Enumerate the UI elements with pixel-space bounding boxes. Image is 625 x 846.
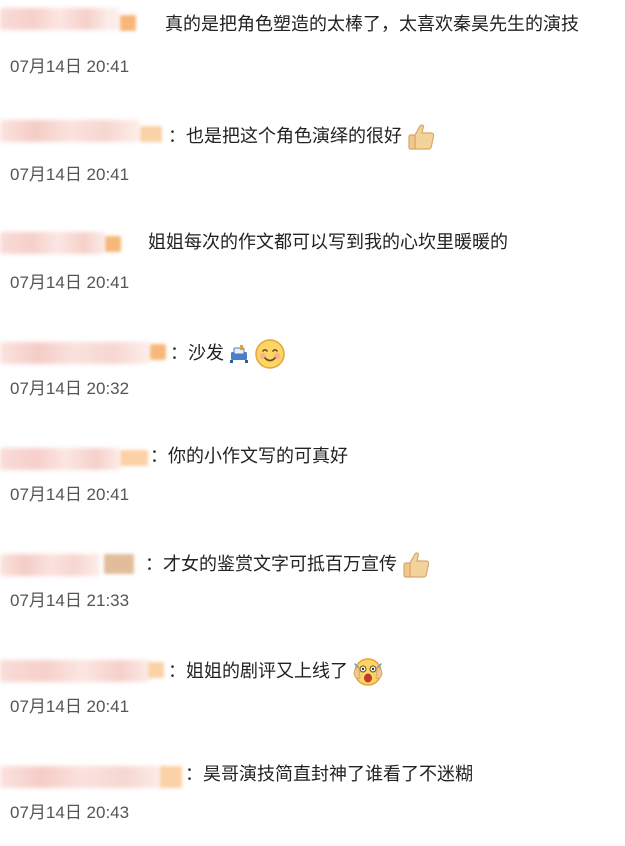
comment-text: 沙发	[188, 343, 224, 364]
comment-colon: ：	[168, 661, 186, 682]
comment-colon: ：	[170, 343, 188, 364]
comment-timestamp: 07月14日 20:41	[10, 697, 130, 716]
comment-line: ：姐姐的剧评又上线了	[0, 640, 625, 686]
comment-text-wrap: ：姐姐的剧评又上线了	[168, 656, 384, 688]
comment-line: ：也是把这个角色演绎的很好	[0, 108, 625, 150]
comment-text: 姐姐每次的作文都可以写到我的心坎里暖暖的	[148, 232, 508, 253]
comment-colon: ：	[145, 554, 163, 575]
comment-timestamp: 07月14日 20:41	[10, 273, 130, 292]
comment-line: ：才女的鉴赏文字可抵百万宣传	[0, 534, 625, 578]
comment-item: 真的是把角色塑造的太棒了，太喜欢秦昊先生的演技 07月14日 20:41	[0, 0, 625, 100]
comment-text: 也是把这个角色演绎的很好	[186, 126, 402, 147]
shocked-face-icon	[352, 656, 384, 688]
avatar-blur	[120, 15, 136, 31]
comment-text: 姐姐的剧评又上线了	[186, 661, 348, 682]
username-blurred[interactable]	[0, 660, 150, 682]
comment-text-wrap: ：你的小作文写的可真好	[150, 444, 348, 470]
comment-text: 昊哥演技简直封神了谁看了不迷糊	[203, 764, 473, 785]
comment-text-wrap: ：才女的鉴赏文字可抵百万宣传	[145, 550, 431, 580]
comment-item: 姐姐每次的作文都可以写到我的心坎里暖暖的 07月14日 20:41	[0, 216, 625, 316]
avatar-blur	[105, 236, 121, 252]
comment-colon: ：	[168, 126, 186, 147]
comment-item: ：昊哥演技简直封神了谁看了不迷糊 07月14日 20:43	[0, 746, 625, 846]
comment-line: ：你的小作文写的可真好	[0, 428, 625, 470]
comment-text-wrap: ：沙发	[170, 338, 286, 370]
comment-item: ：也是把这个角色演绎的很好 07月14日 20:41	[0, 108, 625, 208]
comment-timestamp: 07月14日 21:33	[10, 591, 130, 610]
username-blurred[interactable]	[0, 342, 150, 364]
comment-timestamp: 07月14日 20:41	[10, 165, 130, 184]
comment-timestamp: 07月14日 20:43	[10, 803, 130, 822]
comment-line: ：沙发	[0, 322, 625, 369]
username-blurred[interactable]	[0, 232, 105, 254]
comment-item: ：才女的鉴赏文字可抵百万宣传 07月14日 21:33	[0, 534, 625, 634]
avatar-blur	[148, 662, 164, 678]
username-blurred-part	[108, 8, 120, 30]
comment-line: 姐姐每次的作文都可以写到我的心坎里暖暖的	[0, 216, 625, 254]
avatar-blur	[150, 344, 166, 360]
comment-line: ：昊哥演技简直封神了谁看了不迷糊	[0, 746, 625, 788]
comment-text: 才女的鉴赏文字可抵百万宣传	[163, 554, 397, 575]
comment-item: ：你的小作文写的可真好 07月14日 20:41	[0, 428, 625, 528]
sofa-icon	[228, 343, 250, 365]
username-blurred[interactable]	[0, 120, 140, 142]
comment-item: ：姐姐的剧评又上线了 07月14日 20:41	[0, 640, 625, 740]
comment-colon: ：	[150, 446, 168, 467]
comment-timestamp: 07月14日 20:41	[10, 485, 130, 504]
comment-timestamp: 07月14日 20:41	[10, 57, 130, 76]
smiling-face-icon	[254, 338, 286, 370]
comment-text-wrap: ：也是把这个角色演绎的很好	[168, 122, 436, 152]
comment-timestamp: 07月14日 20:32	[10, 379, 130, 398]
username-blurred[interactable]	[0, 448, 120, 470]
avatar-blur	[104, 554, 134, 574]
comment-item: ：沙发 07月14日 20:32	[0, 322, 625, 422]
username-blurred[interactable]	[0, 8, 108, 30]
comment-list: 真的是把角色塑造的太棒了，太喜欢秦昊先生的演技 07月14日 20:41 ：也是…	[0, 0, 625, 837]
thumbs-up-icon	[406, 122, 436, 152]
avatar-blur	[120, 450, 148, 466]
comment-text: 真的是把角色塑造的太棒了，太喜欢秦昊先生的演技	[165, 14, 579, 35]
thumbs-up-icon	[401, 550, 431, 580]
username-blurred[interactable]	[0, 554, 100, 576]
comment-colon: ：	[185, 764, 203, 785]
comment-text-wrap: ：昊哥演技简直封神了谁看了不迷糊	[185, 762, 473, 788]
avatar-blur	[140, 126, 162, 142]
username-blurred[interactable]	[0, 766, 165, 788]
comment-text: 你的小作文写的可真好	[168, 446, 348, 467]
avatar-blur	[160, 766, 182, 788]
comment-line: 真的是把角色塑造的太棒了，太喜欢秦昊先生的演技	[0, 0, 625, 35]
